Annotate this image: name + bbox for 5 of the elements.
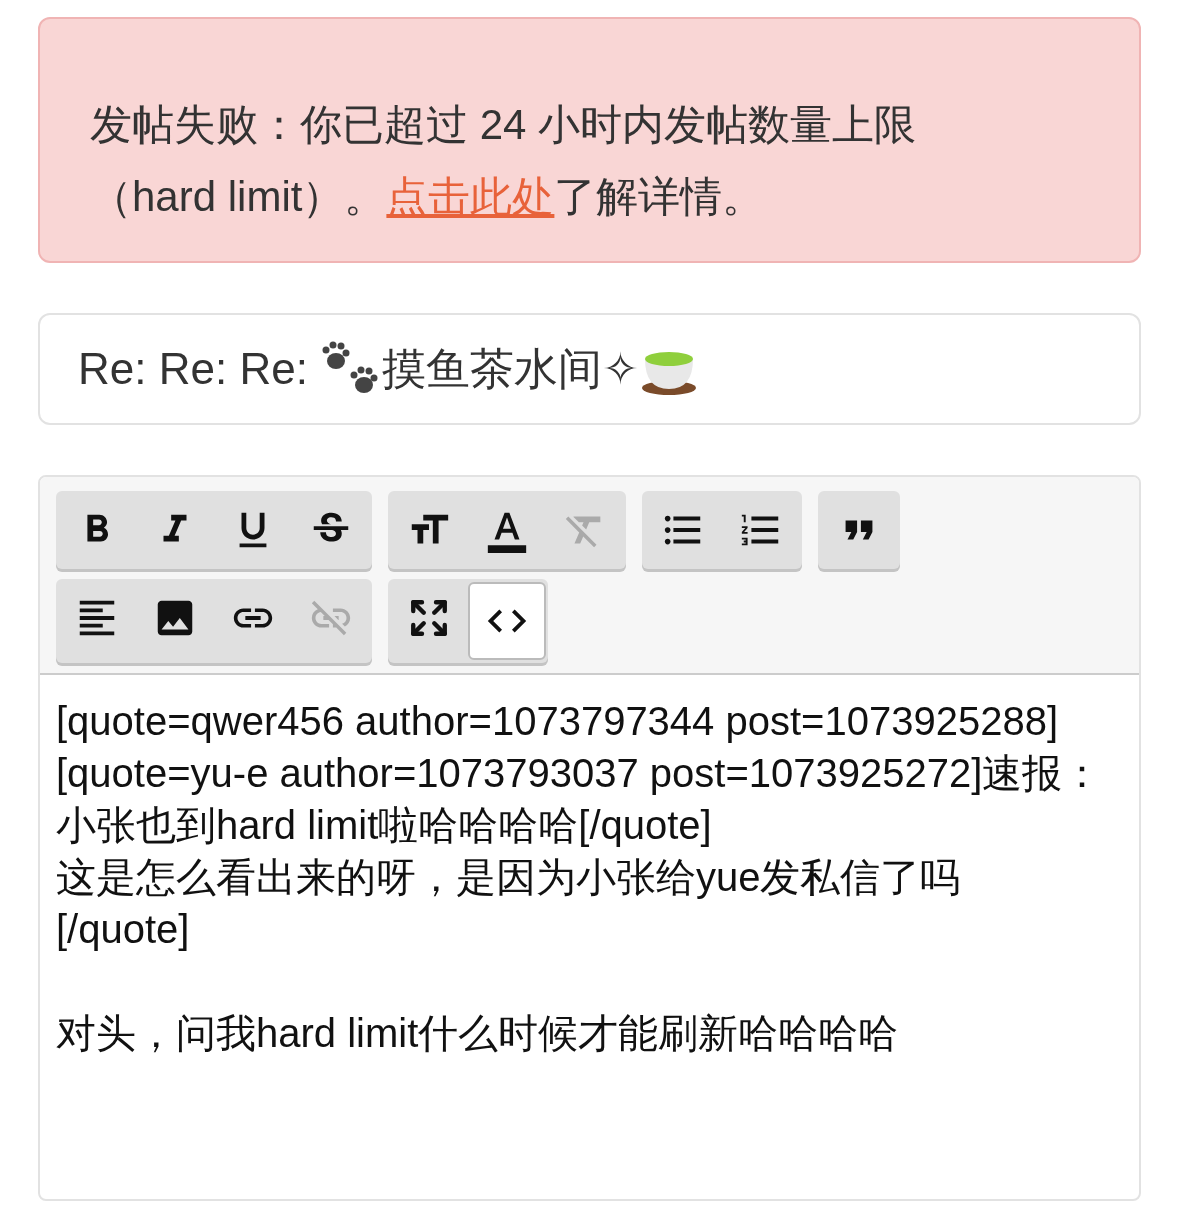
title-text: Re: Re: Re: bbox=[78, 343, 309, 395]
editor-field[interactable]: [quote=qwer456 author=1073797344 post=1073925288][quote=yu-e author=1073793037 post=1073925272]速报：小张也到hard limit啦哈哈哈哈[/quote] 这是怎么看出来的呀，是因为小张给yue发私信了吗 [/quote] 对头，问我hard limit什么时候才能刷新哈哈哈哈 bbox=[40, 675, 1139, 1199]
title-text: 摸鱼茶水间✧ bbox=[382, 343, 640, 395]
error-message: 发帖失败：你已超过 24 小时内发帖数量上限（hard limit）。点击此处了解详情。 bbox=[90, 100, 918, 222]
title-field[interactable]: Re: Re: Re: 摸鱼茶水间✧ bbox=[38, 313, 1141, 425]
